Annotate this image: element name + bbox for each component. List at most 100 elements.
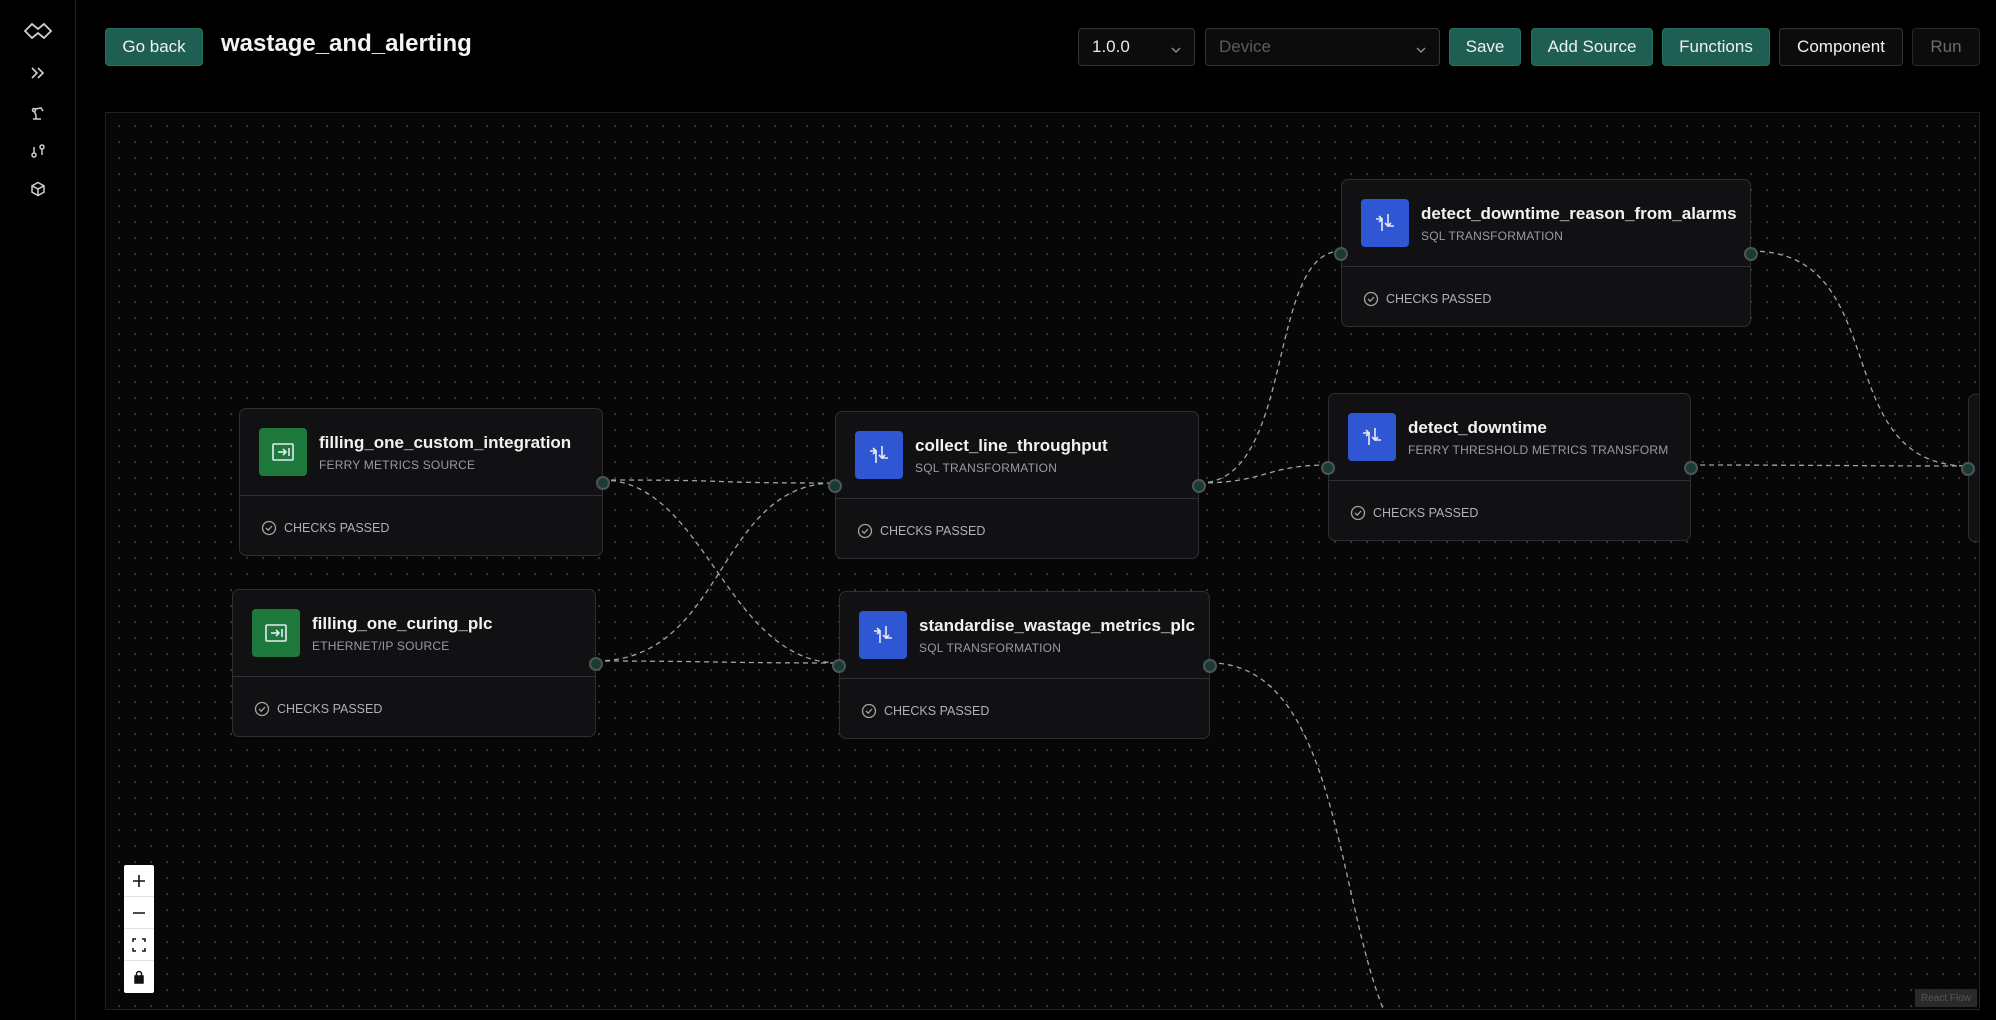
node-type: SQL TRANSFORMATION bbox=[919, 641, 1062, 655]
source-input-icon bbox=[259, 428, 307, 476]
minus-icon bbox=[133, 911, 145, 914]
component-button[interactable]: Component bbox=[1779, 28, 1903, 66]
node-type: FERRY METRICS SOURCE bbox=[319, 458, 476, 472]
robot-arm-icon[interactable] bbox=[20, 98, 56, 128]
node-divider bbox=[233, 676, 595, 677]
canvas-controls bbox=[124, 865, 154, 993]
node-title: filling_one_custom_integration bbox=[319, 433, 572, 452]
transform-icon bbox=[859, 611, 907, 659]
node-title: collect_line_throughput bbox=[915, 436, 1108, 455]
node-title: standardise_wastage_metrics_plc bbox=[919, 616, 1195, 635]
device-select-placeholder: Device bbox=[1219, 37, 1271, 56]
edge-curing-plc-to-standardise bbox=[595, 660, 840, 664]
edge-custom-integration-to-standardise bbox=[601, 479, 840, 664]
node-output-handle[interactable] bbox=[596, 476, 610, 490]
check-circle-icon bbox=[261, 520, 277, 536]
edge-collect-to-downtime bbox=[1198, 464, 1329, 484]
edge-reason-to-offscreen bbox=[1750, 250, 1969, 467]
functions-button[interactable]: Functions bbox=[1662, 28, 1770, 66]
node-input-handle[interactable] bbox=[1321, 461, 1335, 475]
flow-node[interactable]: detect_downtime_reason_from_alarms SQL T… bbox=[1334, 179, 1758, 327]
node-output-handle[interactable] bbox=[1192, 479, 1206, 493]
transform-icon bbox=[1348, 413, 1396, 461]
node-divider bbox=[836, 498, 1198, 499]
device-select[interactable]: Device bbox=[1205, 28, 1440, 66]
sidebar bbox=[0, 0, 76, 1020]
node-divider bbox=[240, 495, 602, 496]
add-source-button[interactable]: Add Source bbox=[1531, 28, 1653, 66]
node-status-label: CHECKS PASSED bbox=[277, 702, 383, 716]
edge-downtime-to-offscreen bbox=[1690, 464, 1969, 467]
page-title: wastage_and_alerting bbox=[221, 30, 472, 57]
flow-node[interactable]: filling_one_custom_integration FERRY MET… bbox=[239, 408, 610, 556]
node-status: CHECKS PASSED bbox=[861, 703, 989, 719]
source-input-icon bbox=[252, 609, 300, 657]
node-status-label: CHECKS PASSED bbox=[1373, 506, 1479, 520]
node-status-label: CHECKS PASSED bbox=[284, 521, 390, 535]
go-back-button[interactable]: Go back bbox=[105, 28, 203, 66]
flow-node[interactable]: collect_line_throughput SQL TRANSFORMATI… bbox=[828, 411, 1206, 559]
flow-node[interactable]: filling_one_curing_plc ETHERNET/IP SOURC… bbox=[232, 589, 603, 737]
node-status: CHECKS PASSED bbox=[254, 701, 382, 717]
node-title: filling_one_curing_plc bbox=[312, 614, 493, 633]
node-type: SQL TRANSFORMATION bbox=[1421, 229, 1564, 243]
version-select[interactable]: 1.0.0 bbox=[1078, 28, 1195, 66]
pipeline-icon[interactable] bbox=[20, 136, 56, 166]
node-status: CHECKS PASSED bbox=[261, 520, 389, 536]
fit-view-icon bbox=[132, 937, 146, 952]
expand-chevrons-icon[interactable] bbox=[20, 58, 56, 88]
flow-node[interactable]: standardise_wastage_metrics_plc SQL TRAN… bbox=[832, 591, 1217, 739]
node-output-handle[interactable] bbox=[1203, 659, 1217, 673]
node-type: FERRY THRESHOLD METRICS TRANSFORM bbox=[1408, 443, 1669, 457]
zoom-in-button[interactable] bbox=[124, 865, 154, 897]
node-divider bbox=[1329, 480, 1690, 481]
node-divider bbox=[840, 678, 1209, 679]
node-status: CHECKS PASSED bbox=[1363, 291, 1491, 307]
transform-icon bbox=[1361, 199, 1409, 247]
node-input-handle[interactable] bbox=[832, 659, 846, 673]
node-input-handle[interactable] bbox=[828, 479, 842, 493]
lock-button[interactable] bbox=[124, 961, 154, 993]
flow-canvas[interactable]: filling_one_custom_integration FERRY MET… bbox=[105, 112, 1980, 1010]
node-status: CHECKS PASSED bbox=[1350, 505, 1478, 521]
edge-collect-to-reason bbox=[1198, 250, 1342, 484]
check-circle-icon bbox=[1363, 291, 1379, 307]
flow-node-offscreen[interactable] bbox=[1961, 394, 1979, 542]
attribution-label[interactable]: React Flow bbox=[1915, 989, 1977, 1007]
header: Go back wastage_and_alerting 1.0.0 Devic… bbox=[76, 0, 1996, 96]
node-output-handle[interactable] bbox=[1684, 461, 1698, 475]
transform-icon bbox=[855, 431, 903, 479]
lock-icon bbox=[134, 970, 144, 984]
version-select-value: 1.0.0 bbox=[1092, 37, 1130, 56]
logo-icon[interactable] bbox=[20, 16, 56, 46]
node-status: CHECKS PASSED bbox=[857, 523, 985, 539]
node-type: SQL TRANSFORMATION bbox=[915, 461, 1058, 475]
plus-icon bbox=[133, 874, 145, 887]
cube-icon[interactable] bbox=[20, 174, 56, 204]
node-status-label: CHECKS PASSED bbox=[880, 524, 986, 538]
fit-view-button[interactable] bbox=[124, 929, 154, 961]
node-title: detect_downtime bbox=[1408, 418, 1547, 437]
node-title: detect_downtime_reason_from_alarms bbox=[1421, 204, 1737, 223]
check-circle-icon bbox=[254, 701, 270, 717]
edge-standardise-to-offscreen bbox=[1209, 662, 1384, 1009]
node-input-handle[interactable] bbox=[1961, 462, 1975, 476]
save-button[interactable]: Save bbox=[1449, 28, 1521, 66]
check-circle-icon bbox=[861, 703, 877, 719]
node-output-handle[interactable] bbox=[1744, 247, 1758, 261]
node-status-label: CHECKS PASSED bbox=[884, 704, 990, 718]
check-circle-icon bbox=[857, 523, 873, 539]
zoom-out-button[interactable] bbox=[124, 897, 154, 929]
node-type: ETHERNET/IP SOURCE bbox=[312, 639, 450, 653]
flow-node[interactable]: detect_downtime FERRY THRESHOLD METRICS … bbox=[1321, 393, 1698, 541]
edge-custom-integration-to-collect bbox=[601, 479, 836, 484]
chevron-down-icon bbox=[1415, 41, 1427, 61]
run-button[interactable]: Run bbox=[1912, 28, 1980, 66]
node-status-label: CHECKS PASSED bbox=[1386, 292, 1492, 306]
node-input-handle[interactable] bbox=[1334, 247, 1348, 261]
edge-curing-plc-to-collect bbox=[595, 482, 836, 662]
node-output-handle[interactable] bbox=[589, 657, 603, 671]
check-circle-icon bbox=[1350, 505, 1366, 521]
chevron-down-icon bbox=[1170, 41, 1182, 61]
node-divider bbox=[1342, 266, 1750, 267]
